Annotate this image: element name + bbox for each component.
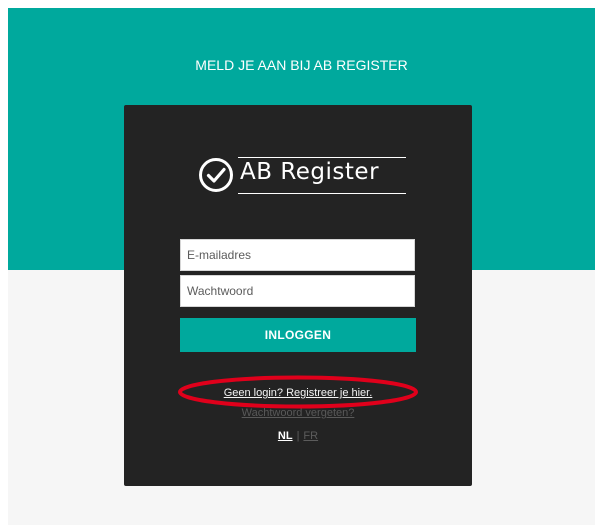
login-page: MELD JE AAN BIJ AB REGISTER AB Register …: [0, 0, 595, 525]
password-field[interactable]: [180, 275, 415, 307]
login-card: AB Register INLOGGEN Geen login? Registr…: [124, 105, 472, 486]
frame-top: [0, 0, 595, 8]
logo-line-top: [238, 157, 406, 158]
frame-left: [0, 0, 8, 525]
language-fr-link[interactable]: FR: [303, 430, 318, 442]
language-nl-link[interactable]: NL: [278, 430, 293, 442]
email-field[interactable]: [180, 239, 415, 271]
highlight-annotation: [178, 375, 418, 409]
check-circle-icon: [199, 158, 233, 192]
page-title: MELD JE AAN BIJ AB REGISTER: [195, 57, 408, 73]
logo-line-bottom: [238, 193, 406, 194]
logo-text: AB Register: [240, 159, 380, 185]
login-button[interactable]: INLOGGEN: [180, 318, 416, 352]
logo: AB Register: [198, 157, 406, 201]
language-separator: |: [296, 430, 300, 442]
language-switcher: NL | FR: [124, 430, 472, 442]
